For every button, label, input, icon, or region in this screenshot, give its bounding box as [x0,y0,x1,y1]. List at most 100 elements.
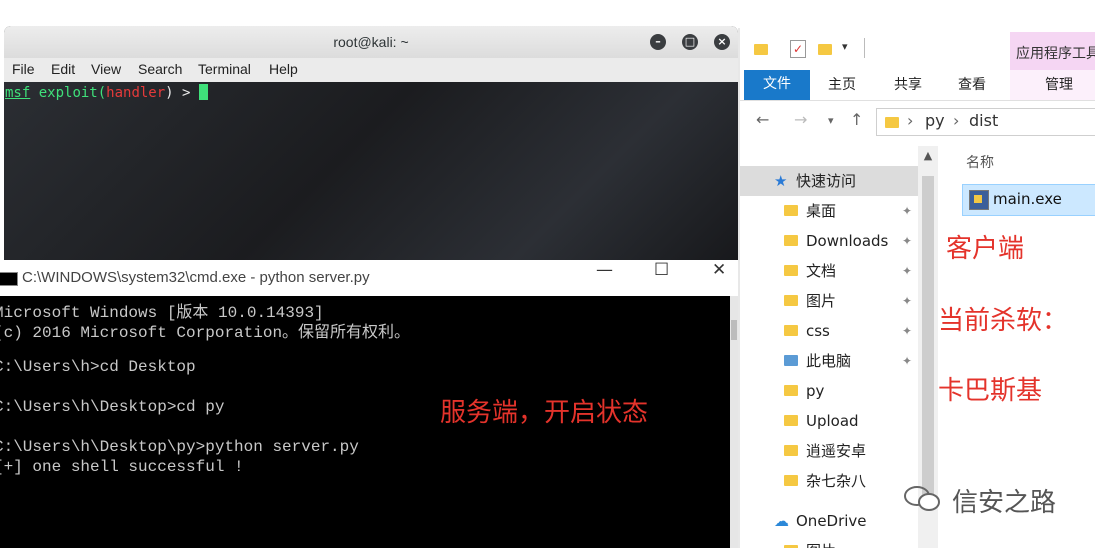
console-line: [+] one shell successful ! [0,458,244,476]
close-icon[interactable]: × [714,34,730,50]
console-line: C:\Users\h\Desktop\py>python server.py [0,438,359,456]
scroll-thumb[interactable] [922,176,934,496]
kali-title-bar[interactable]: root@kali: ~ – □ × [4,26,738,58]
toolbar-divider [864,38,865,58]
file-name: main.exe [993,190,1062,208]
new-folder-icon[interactable] [818,44,832,55]
maximize-icon[interactable]: ☐ [654,260,669,280]
pin-icon[interactable]: ✦ [902,316,912,346]
watermark-text: 信安之路 [952,488,1057,518]
scroll-thumb[interactable] [731,320,737,340]
nav-item-label: 文档 [806,262,837,280]
properties-icon[interactable]: ✓ [790,40,806,58]
pin-icon[interactable]: ✦ [902,286,912,316]
nav-item-label: 桌面 [806,202,837,220]
navigation-pane: ★ 快速访问 桌面 ✦ Downloads ✦ 文档 ✦ 图片 ✦ css ✦ 此电脑 ✦ … [740,146,918,548]
cmd-scrollbar[interactable] [730,296,738,548]
nav-item-pictures[interactable]: 图片 ✦ [784,286,918,316]
pin-icon[interactable]: ✦ [902,256,912,286]
msf-prompt: msf exploit(handler) > [5,84,208,101]
menu-help[interactable]: Help [269,61,298,77]
breadcrumb-separator: › [907,111,914,130]
pictures-icon [784,295,798,306]
nav-item-upload[interactable]: Upload [784,406,918,436]
kali-window-title: root@kali: ~ [333,34,409,50]
cmd-title-bar[interactable]: C:\WINDOWS\system32\cmd.exe - python ser… [0,260,738,296]
tab-view[interactable]: 查看 [958,70,986,100]
breadcrumb-py[interactable]: py [925,111,945,130]
minimize-icon[interactable]: — [596,260,613,280]
nav-item-css[interactable]: css ✦ [784,316,918,346]
documents-icon [784,265,798,276]
tab-file[interactable]: 文件 [744,70,810,100]
folder-icon [784,415,798,426]
nav-item-label: 此电脑 [806,352,852,370]
menu-terminal[interactable]: Terminal [198,61,251,77]
av-name-annotation: 卡巴斯基 [938,376,1043,406]
back-arrow-icon[interactable]: ← [756,110,769,129]
up-arrow-icon[interactable]: ↑ [850,110,863,129]
nav-item-label: css [806,322,830,340]
nav-item-label: py [806,382,825,400]
minimize-icon[interactable]: – [650,34,666,50]
address-input[interactable]: › py › dist [876,108,1095,136]
tab-manage[interactable]: 管理 [1045,70,1073,100]
file-item-main-exe[interactable]: main.exe [962,184,1095,216]
folder-icon [885,117,899,128]
nav-item-label: 图片 [806,536,836,548]
nav-item-desktop[interactable]: 桌面 ✦ [784,196,918,226]
tab-home[interactable]: 主页 [828,70,856,100]
forward-arrow-icon[interactable]: → [794,110,807,129]
nav-item-misc[interactable]: 杂七杂八 [784,466,918,496]
nav-quick-access[interactable]: ★ 快速访问 [740,166,918,196]
close-icon[interactable]: ✕ [712,260,726,280]
nav-item-downloads[interactable]: Downloads ✦ [784,226,918,256]
folder-icon[interactable] [754,44,768,55]
pin-icon[interactable]: ✦ [902,196,912,226]
menu-view[interactable]: View [91,61,121,77]
nav-item-label: 图片 [806,292,837,310]
wechat-icon [904,486,940,511]
prompt-end: ) > [165,85,199,101]
app-tools-tab[interactable]: 应用程序工具 [1010,32,1095,70]
address-bar-row: ← → ▾ ↑ › py › dist [740,104,1095,140]
nav-item-py[interactable]: py [784,376,918,406]
breadcrumb-separator: › [953,111,960,130]
maximize-icon[interactable]: □ [682,34,698,50]
computer-icon [784,355,798,366]
prompt-handler: handler [106,85,166,101]
downloads-folder-icon [784,235,798,246]
breadcrumb-dist[interactable]: dist [969,111,998,130]
nav-item-label: 快速访问 [796,172,857,190]
nav-item-pictures-2[interactable]: 图片 [784,536,918,548]
nav-item-label: Upload [806,412,859,430]
menu-file[interactable]: File [12,61,35,77]
client-annotation: 客户端 [946,234,1025,264]
ribbon-tabs: 文件 主页 共享 查看 管理 [740,70,1095,101]
text-cursor [198,84,208,100]
tab-share[interactable]: 共享 [894,70,922,100]
kali-terminal-body[interactable]: msf exploit(handler) > [4,82,738,266]
file-explorer-window: ✓ ▾ 应用程序工具 文件 主页 共享 查看 管理 ← → ▾ ↑ › py ›… [738,28,1095,548]
menu-edit[interactable]: Edit [51,61,75,77]
nav-item-label: 杂七杂八 [806,472,867,490]
prompt-exploit: exploit( [30,85,107,101]
server-annotation: 服务端，开启状态 [440,398,649,428]
pin-icon[interactable]: ✦ [902,346,912,376]
column-header-name[interactable]: 名称 [966,152,994,172]
nav-item-documents[interactable]: 文档 ✦ [784,256,918,286]
menu-search[interactable]: Search [138,61,182,77]
nav-item-xiaoyao[interactable]: 逍遥安卓 [784,436,918,466]
pin-icon[interactable]: ✦ [902,226,912,256]
scroll-up-icon[interactable]: ▲ [918,146,938,166]
chevron-down-icon[interactable]: ▾ [842,40,848,53]
cloud-icon: ☁ [774,512,789,530]
kali-terminal-window: root@kali: ~ – □ × File Edit View Search… [4,26,738,266]
console-line: C:\Users\h>cd Desktop [0,358,196,376]
nav-item-onedrive[interactable]: ☁ OneDrive [774,506,918,536]
folder-icon [784,385,798,396]
folder-icon [784,475,798,486]
folder-icon [784,445,798,456]
nav-item-this-pc[interactable]: 此电脑 ✦ [784,346,918,376]
chevron-down-icon[interactable]: ▾ [828,114,834,127]
